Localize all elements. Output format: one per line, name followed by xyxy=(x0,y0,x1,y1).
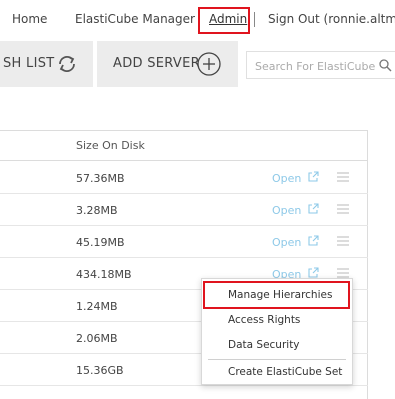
refresh-list-button[interactable]: SH LIST xyxy=(0,41,93,87)
size-cell: 15.36GB xyxy=(76,364,124,377)
app-root: Home ElastiCube Manager Admin Sign Out (… xyxy=(0,0,395,399)
add-circle-icon xyxy=(197,52,221,76)
external-link-icon xyxy=(308,171,319,182)
size-cell: 2.06MB xyxy=(76,332,118,345)
table-row[interactable]: 3.28MB Open xyxy=(0,194,368,226)
row-menu-icon[interactable] xyxy=(336,170,350,184)
menu-item-data-security[interactable]: Data Security xyxy=(202,334,352,358)
open-link[interactable]: Open xyxy=(272,235,319,249)
external-link-icon xyxy=(308,203,319,214)
add-server-button[interactable]: ADD SERVER xyxy=(97,41,238,87)
menu-divider xyxy=(208,359,346,360)
size-cell: 1.24MB xyxy=(76,300,118,313)
toolbar: SH LIST ADD SERVER xyxy=(0,41,395,87)
manage-hierarchies-highlight-box xyxy=(203,281,350,309)
refresh-icon xyxy=(59,56,75,72)
context-menu: Manage Hierarchies Access Rights Data Se… xyxy=(201,278,353,385)
row-menu-icon[interactable] xyxy=(336,234,350,248)
nav-elasticube-manager[interactable]: ElastiCube Manager xyxy=(75,12,195,26)
table-row[interactable]: 57.36MB Open xyxy=(0,162,368,194)
nav-sign-out[interactable]: Sign Out (ronnie.altman xyxy=(268,12,395,26)
nav-home[interactable]: Home xyxy=(12,12,47,26)
external-link-icon xyxy=(308,235,319,246)
table-row[interactable]: 45.19MB Open xyxy=(0,226,368,258)
open-link[interactable]: Open xyxy=(272,203,319,217)
add-server-label: ADD SERVER xyxy=(113,56,200,71)
top-navigation: Home ElastiCube Manager Admin Sign Out (… xyxy=(0,0,395,38)
column-header-size[interactable]: Size On Disk xyxy=(76,139,145,152)
row-menu-icon[interactable] xyxy=(336,202,350,216)
nav-separator xyxy=(254,12,255,27)
open-link[interactable]: Open xyxy=(272,171,319,185)
search-box xyxy=(246,51,395,79)
menu-item-label: Create ElastiCube Set xyxy=(228,366,343,378)
search-input[interactable] xyxy=(255,58,375,74)
open-link-label: Open xyxy=(272,172,302,185)
size-cell: 434.18MB xyxy=(76,268,132,281)
size-cell: 57.36MB xyxy=(76,172,125,185)
admin-highlight-box xyxy=(198,7,250,34)
menu-item-create-elasticube-set[interactable]: Create ElastiCube Set xyxy=(202,361,352,385)
search-icon[interactable] xyxy=(379,59,392,72)
size-cell: 3.28MB xyxy=(76,204,118,217)
size-cell: 45.19MB xyxy=(76,236,125,249)
menu-item-label: Data Security xyxy=(228,339,300,351)
table-header: Size On Disk xyxy=(0,131,368,161)
refresh-list-label: SH LIST xyxy=(3,56,55,71)
open-link-label: Open xyxy=(272,236,302,249)
menu-item-access-rights[interactable]: Access Rights xyxy=(202,309,352,333)
menu-item-label: Access Rights xyxy=(228,314,301,326)
open-link-label: Open xyxy=(272,204,302,217)
